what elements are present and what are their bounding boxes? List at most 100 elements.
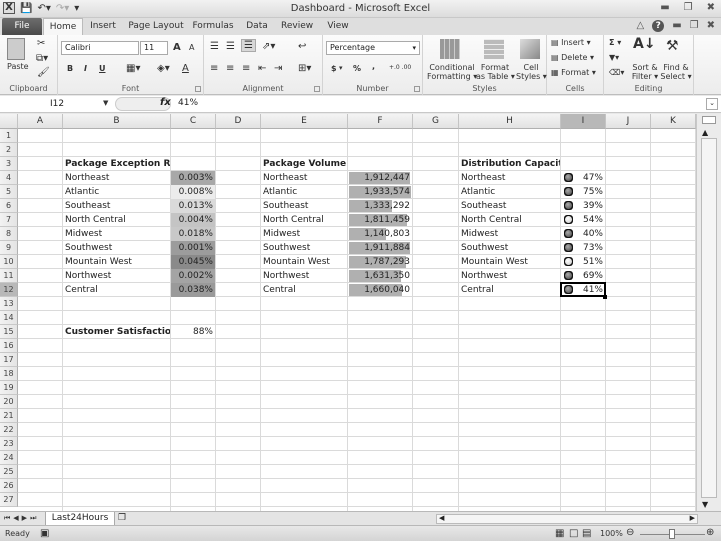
row-header-20[interactable]: 20	[0, 395, 18, 409]
wrap-text-icon[interactable]: ↩	[298, 41, 306, 52]
page-layout-view-icon[interactable]: □	[569, 528, 578, 539]
exception-rate-region[interactable]: Northeast	[63, 171, 170, 185]
row-header-24[interactable]: 24	[0, 451, 18, 465]
format-as-table-button[interactable]: Format as Table ▾	[476, 63, 515, 81]
align-center-icon[interactable]: ≡	[226, 63, 234, 74]
shrink-font-button[interactable]: A	[189, 43, 194, 52]
percent-button[interactable]: %	[353, 64, 361, 73]
vertical-scrollbar[interactable]: ▲ ▼	[696, 114, 721, 511]
minimize-ribbon-icon[interactable]: △	[636, 20, 644, 32]
exception-rate-value[interactable]: 0.001%	[171, 241, 215, 255]
row-header-6[interactable]: 6	[0, 199, 18, 213]
package-volume-value[interactable]: 1,787,293	[348, 255, 412, 269]
row-header-19[interactable]: 19	[0, 381, 18, 395]
currency-button[interactable]: $	[331, 64, 337, 73]
italic-button[interactable]: I	[84, 64, 87, 73]
paste-icon[interactable]	[7, 38, 25, 60]
scroll-thumb[interactable]	[701, 138, 717, 498]
exception-rate-region[interactable]: Central	[63, 283, 170, 297]
exception-rate-value[interactable]: 0.002%	[171, 269, 215, 283]
conditional-formatting-button[interactable]: Conditional Formatting ▾	[427, 63, 477, 81]
distribution-capacity-region[interactable]: Southwest	[459, 241, 560, 255]
row-header-14[interactable]: 14	[0, 311, 18, 325]
tab-review[interactable]: Review	[281, 18, 313, 35]
column-header-h[interactable]: H	[459, 114, 561, 129]
row-header-23[interactable]: 23	[0, 437, 18, 451]
currency-dropdown-icon[interactable]: ▾	[339, 64, 343, 72]
restore-icon[interactable]: ❐	[684, 2, 693, 13]
exception-rate-region[interactable]: Southwest	[63, 241, 170, 255]
column-header-j[interactable]: J	[606, 114, 651, 129]
row-header-26[interactable]: 26	[0, 479, 18, 493]
borders-icon[interactable]: ▦▾	[126, 63, 140, 74]
format-cells-button[interactable]: ▦ Format ▾	[551, 68, 596, 77]
package-volume-value[interactable]: 1,333,292	[348, 199, 412, 213]
package-volume-region[interactable]: Midwest	[261, 227, 347, 241]
row-header-13[interactable]: 13	[0, 297, 18, 311]
align-left-icon[interactable]: ≡	[210, 63, 218, 74]
distribution-capacity-title[interactable]: Distribution Capacity	[459, 157, 560, 171]
fill-handle[interactable]	[603, 295, 607, 299]
distribution-capacity-region[interactable]: Atlantic	[459, 185, 560, 199]
exception-rate-region[interactable]: North Central	[63, 213, 170, 227]
row-header-7[interactable]: 7	[0, 213, 18, 227]
row-header-18[interactable]: 18	[0, 367, 18, 381]
exception-rate-value[interactable]: 0.013%	[171, 199, 215, 213]
distribution-capacity-region[interactable]: Mountain West	[459, 255, 560, 269]
font-name-dropdown[interactable]: Calibri	[61, 41, 139, 55]
normal-view-icon[interactable]: ▦	[555, 528, 564, 539]
exception-rate-value[interactable]: 0.004%	[171, 213, 215, 227]
package-volume-region[interactable]: Southwest	[261, 241, 347, 255]
package-volume-region[interactable]: Central	[261, 283, 347, 297]
zoom-level[interactable]: 100%	[600, 529, 623, 538]
help-icon[interactable]: ?	[652, 20, 665, 32]
row-header-27[interactable]: 27	[0, 493, 18, 507]
macro-record-icon[interactable]: ▣	[40, 528, 49, 539]
align-bottom-icon[interactable]: ☰	[241, 39, 256, 52]
increase-indent-icon[interactable]: ⇥	[274, 63, 282, 74]
tab-formulas[interactable]: Formulas	[192, 18, 234, 35]
exception-rate-region[interactable]: Midwest	[63, 227, 170, 241]
exception-rate-title[interactable]: Package Exception Rate	[63, 157, 170, 171]
workbook-restore-icon[interactable]: ❐	[690, 20, 699, 32]
row-header-22[interactable]: 22	[0, 423, 18, 437]
align-middle-icon[interactable]: ☰	[226, 41, 235, 52]
workbook-close-icon[interactable]: ✖	[707, 20, 715, 32]
copy-icon[interactable]: ⧉▾	[36, 53, 48, 64]
delete-cells-button[interactable]: ▤ Delete ▾	[551, 53, 594, 62]
worksheet-grid[interactable]: A B C D E F G H I J K 1 2 3 4 5 6 7 8 9 10 11 12 13 14 15 16 17 18 19…	[0, 114, 696, 511]
column-header-a[interactable]: A	[18, 114, 63, 129]
tab-page-layout[interactable]: Page Layout	[128, 18, 184, 35]
exception-rate-region[interactable]: Mountain West	[63, 255, 170, 269]
cell-styles-button[interactable]: Cell Styles ▾	[516, 63, 547, 81]
bold-button[interactable]: B	[67, 64, 73, 73]
align-top-icon[interactable]: ☰	[210, 41, 219, 52]
workbook-minimize-icon[interactable]: ▬	[672, 20, 681, 32]
exception-rate-value[interactable]: 0.003%	[171, 171, 215, 185]
row-header-8[interactable]: 8	[0, 227, 18, 241]
distribution-capacity-region[interactable]: Northwest	[459, 269, 560, 283]
package-volume-value[interactable]: 1,631,350	[348, 269, 412, 283]
package-volume-value[interactable]: 1,660,040	[348, 283, 412, 297]
row-header-3[interactable]: 3	[0, 157, 18, 171]
select-all-button[interactable]	[0, 114, 18, 129]
sheet-navigation-icons[interactable]: ⏮◀▶⏭	[4, 514, 39, 523]
package-volume-region[interactable]: Southeast	[261, 199, 347, 213]
row-header-10[interactable]: 10	[0, 255, 18, 269]
increase-decimal-button[interactable]: +.0 .00	[389, 64, 411, 71]
column-header-g[interactable]: G	[413, 114, 459, 129]
distribution-capacity-region[interactable]: Southeast	[459, 199, 560, 213]
insert-cells-button[interactable]: ▤ Insert ▾	[551, 38, 591, 47]
column-header-k[interactable]: K	[651, 114, 696, 129]
tab-insert[interactable]: Insert	[86, 18, 120, 35]
row-header-15[interactable]: 15	[0, 325, 18, 339]
exception-rate-value[interactable]: 0.018%	[171, 227, 215, 241]
name-box-dropdown-icon[interactable]: ▼	[103, 99, 108, 107]
underline-button[interactable]: U	[99, 64, 106, 73]
column-header-i[interactable]: I	[561, 114, 606, 129]
distribution-capacity-region[interactable]: Central	[459, 283, 560, 297]
row-header-4[interactable]: 4	[0, 171, 18, 185]
zoom-in-icon[interactable]: ⊕	[706, 527, 714, 538]
scroll-down-icon[interactable]: ▼	[702, 500, 708, 509]
number-format-dropdown[interactable]: Percentage ▾	[326, 41, 420, 55]
